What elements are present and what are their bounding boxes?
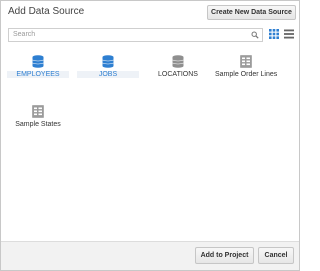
list-view-icon[interactable] xyxy=(284,29,294,39)
item-label: LOCATIONS xyxy=(158,71,198,78)
data-source-jobs[interactable]: JOBS xyxy=(77,55,139,95)
dialog-title: Add Data Source xyxy=(8,6,85,17)
item-label: JOBS xyxy=(77,71,139,78)
grid-view-icon[interactable] xyxy=(269,29,279,39)
data-source-sample-states[interactable]: Sample States xyxy=(13,105,63,145)
data-source-employees[interactable]: EMPLOYEES xyxy=(7,55,69,95)
create-new-data-source-button[interactable]: Create New Data Source xyxy=(207,5,296,20)
item-label: EMPLOYEES xyxy=(7,71,69,78)
search-input[interactable]: Search xyxy=(13,31,35,38)
add-data-source-dialog: Add Data Source Create New Data Source S… xyxy=(0,0,300,271)
dialog-header: Add Data Source Create New Data Source xyxy=(1,1,299,23)
data-source-sample-order-lines[interactable]: Sample Order Lines xyxy=(215,55,277,95)
spreadsheet-icon xyxy=(32,105,44,118)
dialog-footer: Add to Project Cancel xyxy=(1,241,299,270)
spreadsheet-icon xyxy=(240,55,252,68)
database-icon xyxy=(102,55,114,68)
item-label: Sample Order Lines xyxy=(215,71,278,78)
search-icon[interactable] xyxy=(251,31,259,39)
add-to-project-button[interactable]: Add to Project xyxy=(195,247,254,264)
item-label: Sample States xyxy=(15,121,61,128)
data-source-locations[interactable]: LOCATIONS xyxy=(153,55,203,95)
database-icon xyxy=(172,55,184,68)
search-field[interactable]: Search xyxy=(8,28,263,42)
cancel-button[interactable]: Cancel xyxy=(258,247,294,264)
database-icon xyxy=(32,55,44,68)
